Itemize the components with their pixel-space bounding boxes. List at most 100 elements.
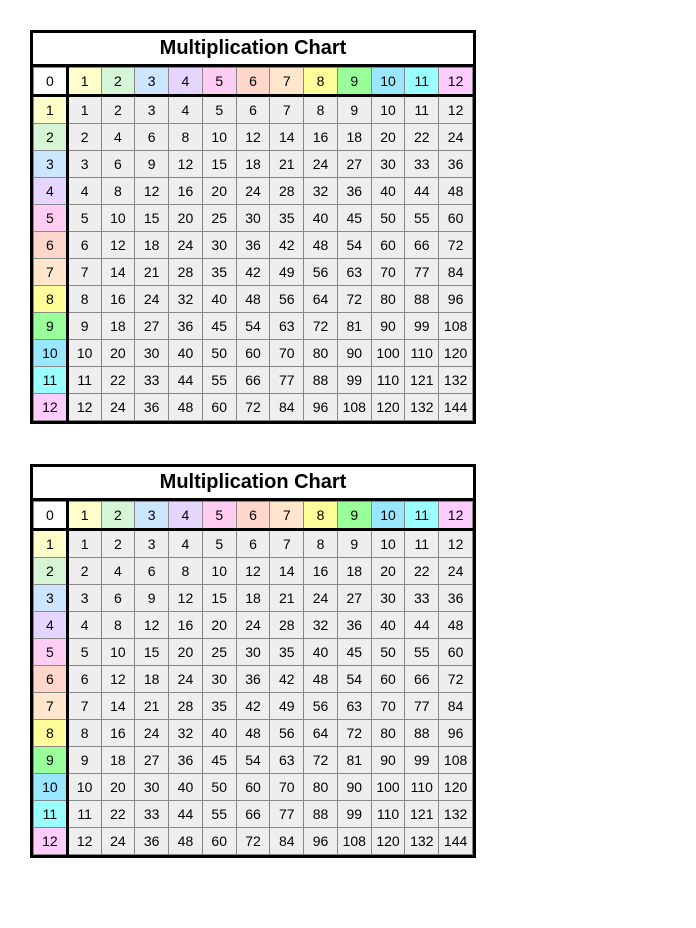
cell: 70	[371, 693, 405, 720]
cell: 60	[439, 639, 473, 666]
cell: 70	[371, 259, 405, 286]
cell: 30	[236, 639, 270, 666]
col-header: 11	[405, 68, 439, 96]
cell: 54	[236, 313, 270, 340]
cell: 9	[67, 747, 101, 774]
col-header: 8	[304, 502, 338, 530]
cell: 55	[202, 367, 236, 394]
multiplication-table: 0123456789101112112345678910111222468101…	[33, 501, 473, 855]
cell: 44	[405, 612, 439, 639]
cell: 48	[169, 394, 203, 421]
cell: 36	[236, 232, 270, 259]
cell: 24	[439, 124, 473, 151]
cell: 88	[405, 720, 439, 747]
cell: 8	[101, 612, 135, 639]
cell: 27	[337, 151, 371, 178]
cell: 24	[135, 286, 169, 313]
cell: 90	[371, 747, 405, 774]
cell: 56	[304, 693, 338, 720]
cell: 8	[304, 96, 338, 124]
cell: 8	[67, 720, 101, 747]
cell: 14	[270, 558, 304, 585]
cell: 18	[135, 666, 169, 693]
cell: 10	[202, 124, 236, 151]
cell: 3	[67, 585, 101, 612]
cell: 56	[270, 286, 304, 313]
cell: 6	[135, 124, 169, 151]
cell: 22	[405, 558, 439, 585]
cell: 88	[304, 367, 338, 394]
cell: 12	[101, 232, 135, 259]
row-header: 10	[34, 340, 68, 367]
cell: 66	[405, 232, 439, 259]
col-header: 10	[371, 502, 405, 530]
cell: 10	[101, 205, 135, 232]
cell: 60	[371, 666, 405, 693]
cell: 88	[304, 801, 338, 828]
cell: 6	[67, 232, 101, 259]
row-header: 6	[34, 232, 68, 259]
cell: 24	[439, 558, 473, 585]
cell: 1	[67, 530, 101, 558]
cell: 36	[135, 828, 169, 855]
cell: 80	[304, 340, 338, 367]
cell: 21	[135, 693, 169, 720]
cell: 24	[101, 828, 135, 855]
cell: 50	[371, 205, 405, 232]
cell: 12	[169, 151, 203, 178]
col-header: 3	[135, 68, 169, 96]
cell: 44	[169, 367, 203, 394]
cell: 18	[101, 313, 135, 340]
row-header: 5	[34, 205, 68, 232]
cell: 24	[304, 151, 338, 178]
col-header: 8	[304, 68, 338, 96]
cell: 2	[67, 558, 101, 585]
cell: 7	[67, 259, 101, 286]
cell: 18	[337, 558, 371, 585]
cell: 45	[337, 639, 371, 666]
row-header: 5	[34, 639, 68, 666]
cell: 9	[135, 585, 169, 612]
cell: 3	[67, 151, 101, 178]
row-header: 10	[34, 774, 68, 801]
cell: 4	[101, 124, 135, 151]
cell: 35	[202, 259, 236, 286]
cell: 45	[202, 747, 236, 774]
row-header: 8	[34, 720, 68, 747]
cell: 30	[236, 205, 270, 232]
cell: 88	[405, 286, 439, 313]
cell: 99	[337, 801, 371, 828]
cell: 12	[439, 96, 473, 124]
cell: 60	[202, 394, 236, 421]
cell: 80	[304, 774, 338, 801]
row-header: 1	[34, 96, 68, 124]
cell: 55	[202, 801, 236, 828]
cell: 99	[337, 367, 371, 394]
cell: 35	[202, 693, 236, 720]
cell: 24	[236, 178, 270, 205]
cell: 22	[101, 367, 135, 394]
cell: 1	[67, 96, 101, 124]
col-header: 4	[169, 68, 203, 96]
cell: 14	[101, 259, 135, 286]
cell: 120	[439, 340, 473, 367]
cell: 49	[270, 259, 304, 286]
cell: 32	[304, 612, 338, 639]
cell: 54	[236, 747, 270, 774]
cell: 40	[371, 178, 405, 205]
cell: 25	[202, 205, 236, 232]
cell: 48	[439, 178, 473, 205]
cell: 27	[135, 313, 169, 340]
cell: 18	[236, 151, 270, 178]
cell: 66	[236, 801, 270, 828]
cell: 8	[169, 558, 203, 585]
row-header: 4	[34, 178, 68, 205]
cell: 10	[101, 639, 135, 666]
cell: 16	[101, 720, 135, 747]
cell: 35	[270, 639, 304, 666]
chart-title: Multiplication Chart	[33, 467, 473, 501]
cell: 55	[405, 639, 439, 666]
multiplication-chart: Multiplication Chart01234567891011121123…	[30, 464, 476, 858]
row-header: 2	[34, 124, 68, 151]
cell: 18	[236, 585, 270, 612]
